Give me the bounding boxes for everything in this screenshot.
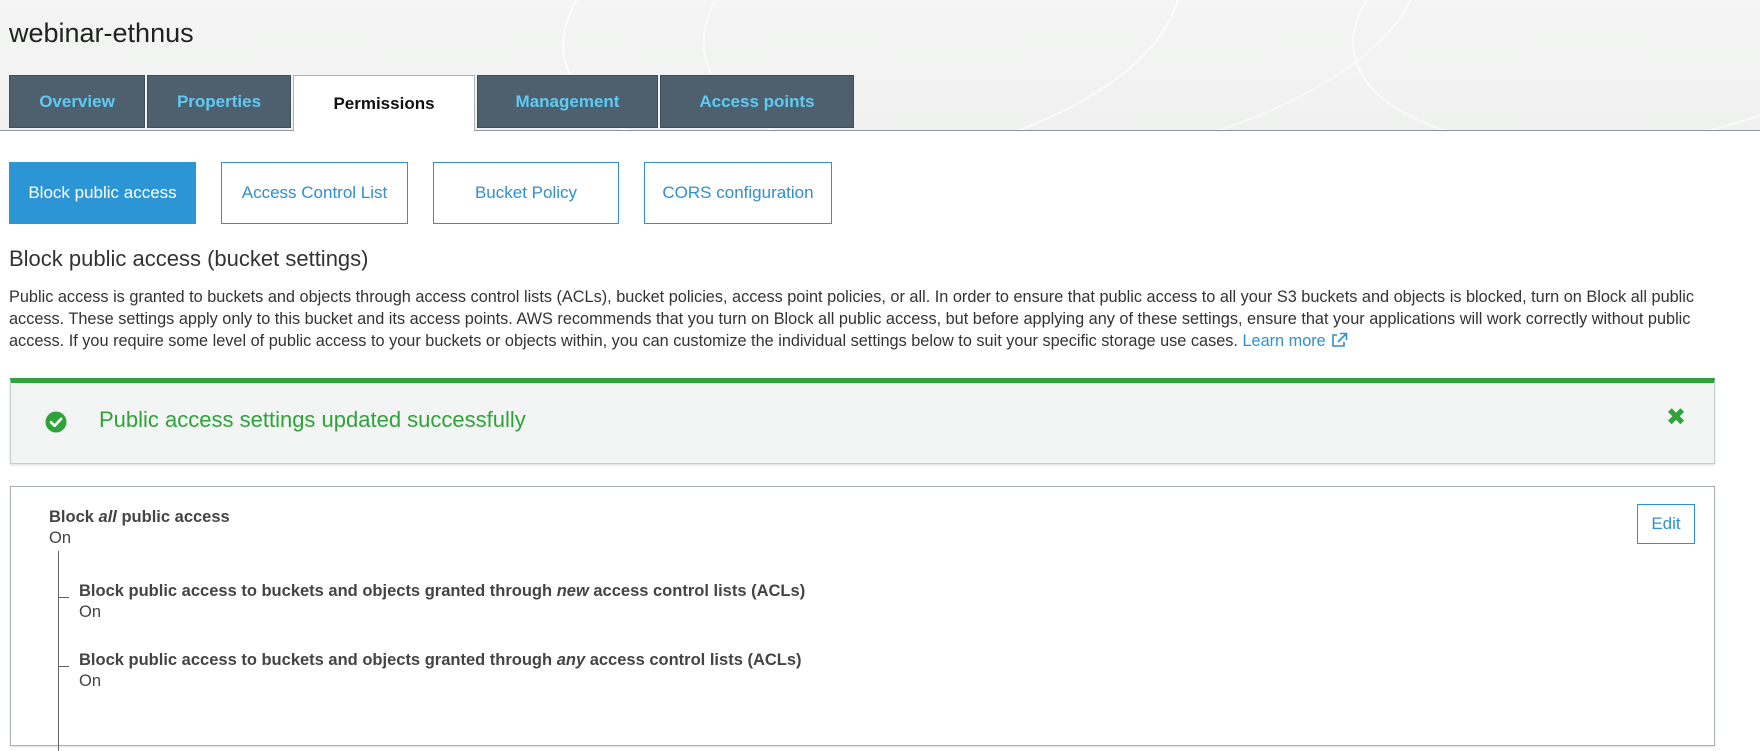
check-circle-icon (45, 411, 67, 433)
alert-message: Public access settings updated successfu… (99, 407, 526, 432)
setting-value: On (49, 529, 72, 547)
setting-block-all: Block all public access On (49, 508, 230, 548)
tree-branch (59, 666, 69, 667)
setting-title: Block public access to buckets and objec… (79, 651, 802, 670)
edit-button[interactable]: Edit (1637, 504, 1695, 544)
setting-title-suffix: access control lists (ACLs) (588, 582, 806, 600)
success-alert: Public access settings updated successfu… (10, 378, 1715, 464)
setting-title-prefix: Block public access to buckets and objec… (79, 651, 557, 669)
setting-title-emphasis: any (556, 651, 586, 669)
tab-properties[interactable]: Properties (147, 75, 291, 128)
description-text: Public access is granted to buckets and … (9, 288, 1695, 350)
tab-overview[interactable]: Overview (9, 75, 145, 128)
section-description: Public access is granted to buckets and … (9, 286, 1724, 352)
setting-title-emphasis: all (98, 508, 117, 526)
section-heading: Block public access (bucket settings) (9, 246, 369, 271)
bucket-tabs: Overview Properties Permissions Manageme… (9, 75, 856, 132)
setting-title-prefix: Block (49, 508, 99, 526)
subtab-access-control-list[interactable]: Access Control List (221, 162, 408, 224)
setting-value: On (79, 603, 102, 621)
decorative-curve (1334, 0, 1760, 182)
tabs-divider (0, 130, 1760, 131)
setting-title-suffix: public access (116, 508, 230, 526)
permissions-subtabs: Block public access Access Control List … (9, 162, 857, 224)
subtab-bucket-policy[interactable]: Bucket Policy (433, 162, 619, 224)
bucket-name-title: webinar-ethnus (9, 18, 194, 48)
close-icon[interactable]: ✖ (1666, 405, 1686, 431)
tab-permissions[interactable]: Permissions (293, 75, 475, 132)
tree-branch (59, 597, 69, 598)
setting-title-suffix: access control lists (ACLs) (585, 651, 802, 669)
learn-more-link[interactable]: Learn more (1242, 332, 1348, 350)
setting-title-prefix: Block public access to buckets and objec… (79, 582, 557, 600)
tab-access-points[interactable]: Access points (660, 75, 854, 128)
setting-block-new-acls: Block public access to buckets and objec… (79, 582, 805, 622)
setting-title: Block public access to buckets and objec… (79, 582, 805, 601)
subtab-cors-configuration[interactable]: CORS configuration (644, 162, 832, 224)
subtab-block-public-access[interactable]: Block public access (9, 162, 196, 224)
tree-connector (58, 551, 59, 751)
tab-management[interactable]: Management (477, 75, 658, 128)
learn-more-label: Learn more (1242, 332, 1326, 350)
setting-title: Block all public access (49, 508, 230, 527)
setting-value: On (79, 672, 102, 690)
setting-title-emphasis: new (556, 582, 589, 600)
block-public-access-settings: Edit Block all public access On Block pu… (10, 486, 1715, 751)
external-link-icon (1331, 332, 1348, 347)
setting-block-any-acls: Block public access to buckets and objec… (79, 651, 802, 691)
